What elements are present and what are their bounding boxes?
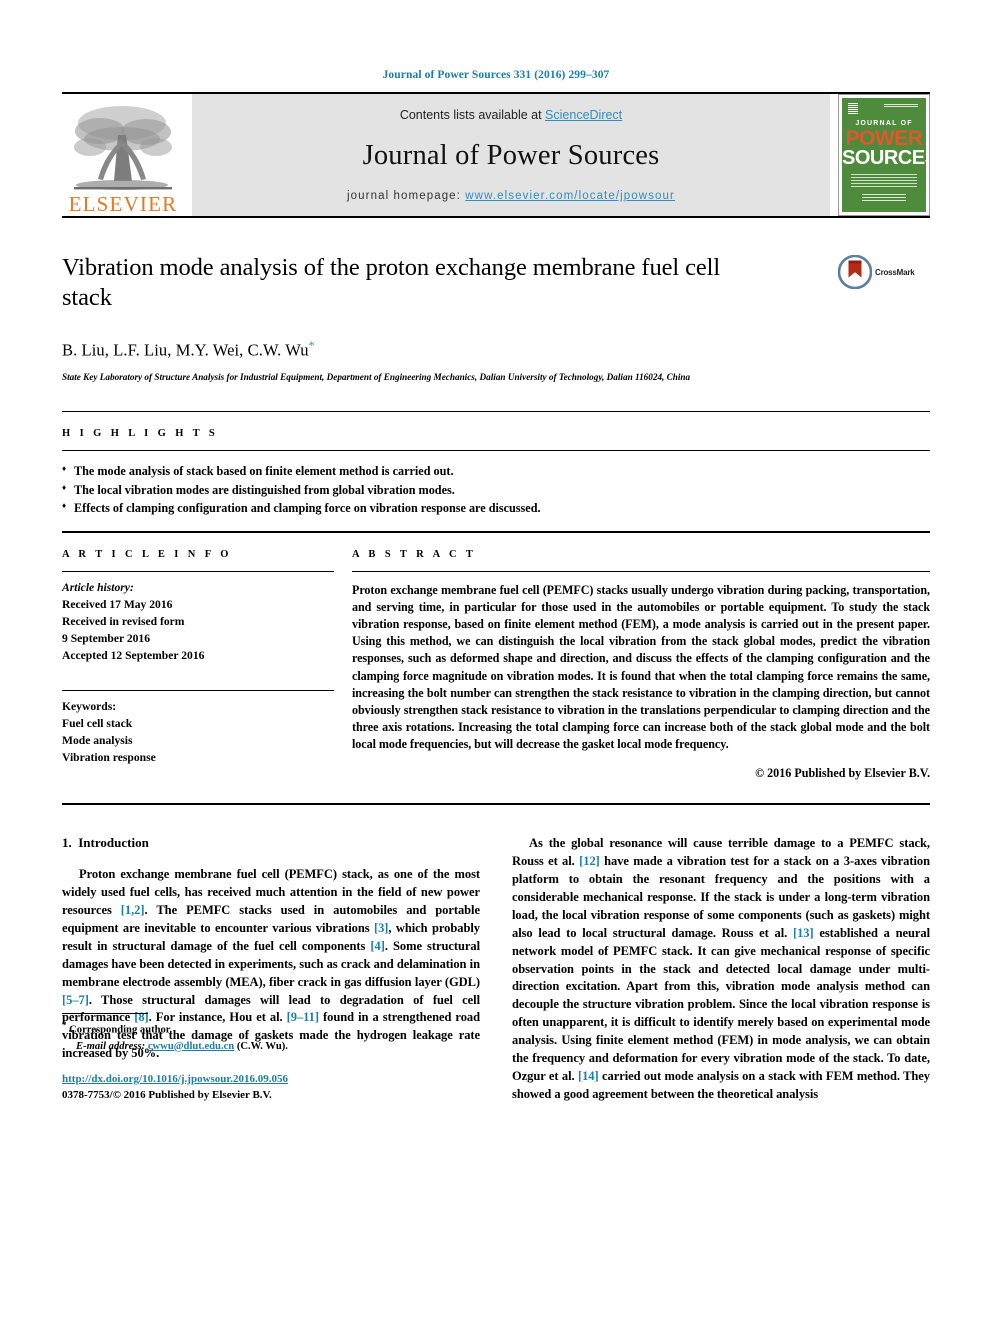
- corresponding-author-text: Corresponding author.: [69, 1024, 173, 1036]
- highlights-heading: H I G H L I G H T S: [62, 428, 219, 440]
- section-number: 1.: [62, 835, 72, 851]
- crossmark-badge[interactable]: CrossMark: [838, 253, 930, 289]
- email-link[interactable]: cwwu@dlut.edu.cn: [148, 1041, 234, 1052]
- keywords-block: Keywords: Fuel cell stack Mode analysis …: [62, 691, 334, 766]
- citation-ref[interactable]: [13]: [793, 926, 814, 940]
- list-item: Effects of clamping configuration and cl…: [62, 499, 930, 518]
- corresponding-author-note: * Corresponding author. E-mail address: …: [62, 1019, 480, 1054]
- elsevier-logo: ELSEVIER: [62, 94, 184, 216]
- sciencedirect-link[interactable]: ScienceDirect: [545, 108, 622, 122]
- citation-ref[interactable]: [14]: [578, 1069, 599, 1083]
- journal-masthead: ELSEVIER Contents lists available at Sci…: [62, 94, 930, 216]
- abstract-text: Proton exchange membrane fuel cell (PEMF…: [352, 582, 930, 752]
- email-suffix: (C.W. Wu).: [236, 1040, 288, 1052]
- cover-sources-text: SOURCES: [842, 147, 926, 169]
- article-info-column: A R T I C L E I N F O Article history: R…: [62, 549, 352, 782]
- article-history: Article history: Received 17 May 2016 Re…: [62, 572, 334, 664]
- journal-cover-thumbnail: JOURNAL OF POWER SOURCES: [838, 94, 930, 216]
- cover-issue-line: [884, 104, 918, 107]
- footnote-star: *: [62, 1020, 67, 1031]
- article-info-heading: A R T I C L E I N F O: [62, 548, 232, 560]
- title-text-group: Vibration mode analysis of the proton ex…: [62, 253, 838, 385]
- abstract-copyright: © 2016 Published by Elsevier B.V.: [755, 766, 930, 781]
- keywords-label: Keywords:: [62, 699, 117, 713]
- citation-ref[interactable]: [12]: [579, 854, 600, 868]
- history-line: 9 September 2016: [62, 631, 151, 645]
- abstract-column: A B S T R A C T Proton exchange membrane…: [352, 549, 930, 782]
- text-run: established a neural network model of PE…: [512, 925, 930, 1083]
- doi-link[interactable]: http://dx.doi.org/10.1016/j.jpowsour.201…: [62, 1073, 288, 1085]
- contents-prefix: Contents lists available at: [399, 108, 546, 122]
- body-column-left: 1. Introduction Proton exchange membrane…: [62, 835, 480, 1103]
- page-title: Vibration mode analysis of the proton ex…: [62, 254, 721, 311]
- citation-ref[interactable]: [3]: [374, 921, 388, 935]
- info-abstract-section: A R T I C L E I N F O Article history: R…: [62, 533, 930, 782]
- journal-homepage-line: journal homepage: www.elsevier.com/locat…: [347, 190, 675, 202]
- elsevier-tree-icon: [74, 106, 172, 190]
- contents-list-line: Contents lists available at ScienceDirec…: [400, 108, 622, 122]
- section-heading-introduction: 1. Introduction: [62, 835, 480, 851]
- email-line: E-mail address: cwwu@dlut.edu.cn (C.W. W…: [62, 1039, 480, 1055]
- abstract-heading: A B S T R A C T: [352, 548, 477, 560]
- author-names: B. Liu, L.F. Liu, M.Y. Wei, C.W. Wu: [62, 340, 309, 360]
- cover-power-text: POWER: [845, 127, 923, 150]
- keyword-item: Mode analysis: [62, 733, 133, 747]
- list-item: The local vibration modes are distinguis…: [62, 481, 930, 500]
- cover-footer-lines: [862, 194, 906, 202]
- affiliation: State Key Laboratory of Structure Analys…: [62, 372, 691, 383]
- history-line: Received in revised form: [62, 614, 185, 628]
- cover-journal-of-text: JOURNAL OF: [855, 120, 913, 127]
- keyword-item: Vibration response: [62, 750, 156, 764]
- cover-elsevier-mark-icon: [848, 103, 858, 114]
- homepage-prefix: journal homepage:: [347, 190, 466, 202]
- crossmark-icon: [838, 255, 872, 289]
- crossmark-label: CrossMark: [875, 267, 915, 277]
- footnote-rule: [62, 1013, 148, 1015]
- intro-paragraph-right: As the global resonance will cause terri…: [512, 835, 930, 1103]
- title-block: Vibration mode analysis of the proton ex…: [62, 218, 930, 385]
- section-title: Introduction: [78, 835, 149, 851]
- body-column-right: As the global resonance will cause terri…: [512, 835, 930, 1103]
- footnote-area: * Corresponding author. E-mail address: …: [62, 1013, 480, 1103]
- journal-band: Contents lists available at ScienceDirec…: [192, 94, 830, 216]
- cover-blurb-lines: [851, 174, 917, 187]
- body-columns: 1. Introduction Proton exchange membrane…: [62, 805, 930, 1103]
- journal-cover-art: JOURNAL OF POWER SOURCES: [842, 98, 926, 212]
- highlights-list: The mode analysis of stack based on fini…: [62, 451, 930, 531]
- list-item: The mode analysis of stack based on fini…: [62, 462, 930, 481]
- citation-ref[interactable]: [5–7]: [62, 993, 89, 1007]
- journal-homepage-link[interactable]: www.elsevier.com/locate/jpowsour: [465, 190, 675, 202]
- article-history-label: Article history:: [62, 580, 134, 594]
- corresponding-author-marker[interactable]: *: [309, 338, 315, 352]
- history-line: Received 17 May 2016: [62, 597, 173, 611]
- author-list: B. Liu, L.F. Liu, M.Y. Wei, C.W. Wu*: [62, 338, 820, 361]
- keyword-item: Fuel cell stack: [62, 716, 133, 730]
- corresponding-author-line: * Corresponding author.: [62, 1019, 480, 1038]
- doi-block: http://dx.doi.org/10.1016/j.jpowsour.201…: [62, 1071, 480, 1104]
- citation-ref[interactable]: [4]: [370, 939, 384, 953]
- issn-copyright-line: 0378-7753/© 2016 Published by Elsevier B…: [62, 1089, 272, 1102]
- history-line: Accepted 12 September 2016: [62, 648, 205, 662]
- running-head: Journal of Power Sources 331 (2016) 299–…: [382, 69, 610, 81]
- journal-title: Journal of Power Sources: [362, 140, 660, 171]
- email-label: E-mail address:: [76, 1040, 146, 1052]
- elsevier-wordmark: ELSEVIER: [68, 192, 178, 216]
- citation-ref[interactable]: [1,2]: [121, 903, 145, 917]
- paper-page: Journal of Power Sources 331 (2016) 299–…: [0, 0, 992, 1323]
